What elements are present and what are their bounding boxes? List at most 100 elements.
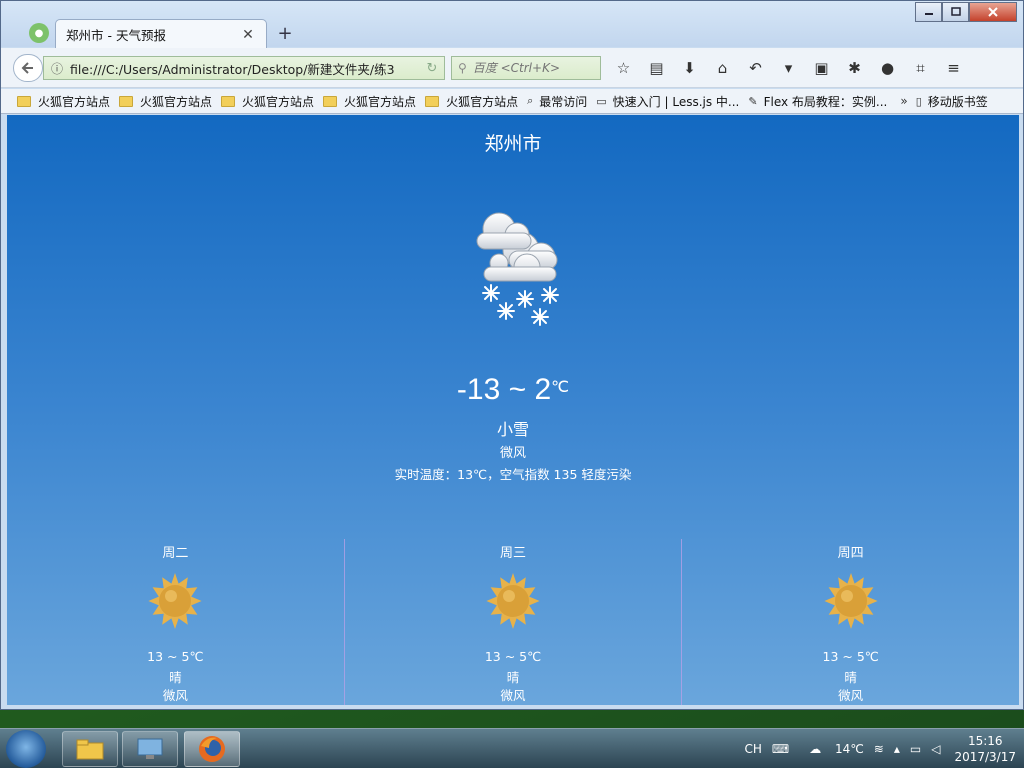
forecast-list: 周二 13 ~ 5℃ 晴 微风 周三 13 ~ 5℃ 晴 微风 周四 13 ~ … bbox=[7, 539, 1019, 705]
bookmark-item[interactable]: 火狐官方站点 bbox=[425, 93, 518, 110]
folder-icon bbox=[221, 95, 236, 107]
weather-gadget[interactable]: ☁ 14℃ bbox=[799, 742, 864, 756]
back-button[interactable] bbox=[13, 54, 43, 82]
bookmark-star-icon[interactable]: ☆ bbox=[607, 58, 640, 78]
tab-close-icon[interactable]: ✕ bbox=[240, 27, 256, 43]
site-info-icon[interactable]: ⓘ bbox=[44, 60, 70, 77]
undo-icon[interactable]: ↶ bbox=[739, 58, 772, 78]
forecast-wind: 微风 bbox=[500, 688, 526, 703]
dropdown-icon[interactable]: ▾ bbox=[772, 58, 805, 78]
screenshot-icon[interactable]: ▣ bbox=[805, 58, 838, 78]
realtime-detail: 实时温度：13℃，空气指数 135 轻度污染 bbox=[394, 467, 632, 482]
bookmark-label: 火狐官方站点 bbox=[344, 94, 417, 109]
bookmark-item[interactable]: 火狐官方站点 bbox=[221, 93, 314, 110]
forecast-condition: 晴 bbox=[844, 670, 857, 685]
chat-icon[interactable]: ● bbox=[871, 58, 904, 78]
window-controls bbox=[915, 2, 1017, 22]
folder-icon bbox=[119, 95, 134, 107]
bookmark-label: 火狐官方站点 bbox=[140, 94, 213, 109]
wifi-icon[interactable]: ≋ bbox=[874, 742, 884, 756]
menu-icon[interactable]: ≡ bbox=[937, 58, 970, 78]
search-bar[interactable]: ⚲ bbox=[451, 56, 601, 80]
bookmarks-bar: 火狐官方站点 火狐官方站点 火狐官方站点 火狐官方站点 火狐官方站点 ⌕ 最常访问… bbox=[1, 89, 1023, 114]
forecast-day: 周三 13 ~ 5℃ 晴 微风 bbox=[345, 539, 683, 705]
forecast-day: 周四 13 ~ 5℃ 晴 微风 bbox=[682, 539, 1019, 705]
clock-time: 15:16 bbox=[967, 734, 1003, 748]
bookmark-item[interactable]: 火狐官方站点 bbox=[323, 93, 416, 110]
sun-icon bbox=[148, 573, 202, 629]
start-button[interactable] bbox=[6, 730, 46, 768]
toolbar-icons: ☆ ▤ ⬇ ⌂ ↶ ▾ ▣ ✱ ● ⌗ ≡ bbox=[607, 58, 970, 78]
home-icon[interactable]: ⌂ bbox=[706, 58, 739, 78]
bookmark-item[interactable]: 火狐官方站点 bbox=[17, 93, 110, 110]
taskbar-firefox-button[interactable] bbox=[184, 731, 240, 767]
network-icon[interactable]: ▭ bbox=[910, 742, 921, 756]
forecast-day-name: 周四 bbox=[837, 546, 864, 561]
bookmark-item[interactable]: ⌕ 最常访问 bbox=[527, 93, 587, 110]
navigation-bar: ⓘ file:///C:/Users/Administrator/Desktop… bbox=[1, 48, 1023, 88]
temperature-value: -13 ~ 2 bbox=[456, 373, 552, 406]
system-tray: CH ⌨ ☁ 14℃ ≋ ▴ ▭ ◁ 15:16 2017/3/17 bbox=[734, 729, 1016, 768]
taskbar-explorer-button[interactable] bbox=[62, 731, 118, 767]
search-input[interactable] bbox=[472, 61, 583, 75]
mobile-icon: ▯ bbox=[915, 94, 922, 108]
mobile-bookmarks-label: 移动版书签 bbox=[927, 94, 988, 109]
browser-window: ● 郑州市 - 天气预报 ✕ + ⓘ file:///C:/Users/Admi… bbox=[0, 0, 1024, 710]
url-text[interactable]: file:///C:/Users/Administrator/Desktop/新… bbox=[70, 59, 420, 78]
keyboard-icon[interactable]: ⌨ bbox=[772, 742, 789, 756]
forecast-temp: 13 ~ 5℃ bbox=[147, 649, 204, 664]
bookmark-label: Flex 布局教程：实例... bbox=[763, 94, 888, 109]
forecast-day-name: 周二 bbox=[162, 546, 189, 561]
forecast-condition: 晴 bbox=[506, 670, 520, 685]
folder-icon bbox=[425, 95, 440, 107]
sun-icon bbox=[824, 573, 878, 629]
forecast-wind: 微风 bbox=[838, 688, 864, 703]
show-hidden-icons[interactable]: ▴ bbox=[894, 742, 900, 756]
folder-icon bbox=[17, 95, 31, 107]
taskbar: CH ⌨ ☁ 14℃ ≋ ▴ ▭ ◁ 15:16 2017/3/17 bbox=[0, 728, 1024, 768]
wechat-icon[interactable]: ● bbox=[29, 23, 49, 43]
search-icon: ⚲ bbox=[458, 61, 467, 75]
bookmark-label: 火狐官方站点 bbox=[242, 94, 315, 109]
search-page-icon: ⌕ bbox=[527, 94, 534, 107]
weather-condition: 小雪 bbox=[496, 420, 529, 439]
bookmark-item[interactable]: ▭ 快速入门 | Less.js 中... bbox=[596, 93, 739, 110]
maximize-icon bbox=[950, 7, 961, 16]
forecast-day-name: 周三 bbox=[500, 546, 527, 561]
folder-icon bbox=[323, 95, 338, 107]
tab-title: 郑州市 - 天气预报 bbox=[66, 28, 166, 43]
snow-cloud-icon bbox=[476, 212, 559, 326]
minimize-button[interactable] bbox=[915, 2, 942, 22]
wind-level: 微风 bbox=[499, 446, 526, 461]
input-language[interactable]: CH bbox=[744, 742, 761, 756]
bookmark-label: 火狐官方站点 bbox=[38, 94, 111, 109]
cloud-icon: ☁ bbox=[809, 742, 822, 756]
url-bar[interactable]: ⓘ file:///C:/Users/Administrator/Desktop… bbox=[43, 56, 445, 80]
close-window-button[interactable] bbox=[969, 2, 1017, 22]
maximize-button[interactable] bbox=[942, 2, 969, 22]
bookmark-item[interactable]: 火狐官方站点 bbox=[119, 93, 212, 110]
new-tab-button[interactable]: + bbox=[275, 23, 295, 44]
temperature-unit: ℃ bbox=[551, 379, 570, 396]
addon-icon[interactable]: ✱ bbox=[838, 58, 871, 78]
forecast-wind: 微风 bbox=[162, 688, 188, 703]
clock[interactable]: 15:16 2017/3/17 bbox=[954, 733, 1016, 765]
download-icon[interactable]: ⬇ bbox=[673, 58, 706, 78]
sun-icon bbox=[486, 573, 540, 629]
taskbar-control-panel-button[interactable] bbox=[122, 731, 178, 767]
mobile-bookmarks[interactable]: ▯ 移动版书签 bbox=[916, 93, 988, 110]
minimize-icon bbox=[924, 13, 933, 15]
forecast-day: 周二 13 ~ 5℃ 晴 微风 bbox=[7, 539, 345, 705]
crop-icon[interactable]: ⌗ bbox=[904, 58, 937, 78]
back-arrow-icon bbox=[21, 62, 33, 74]
bookmarks-overflow-button[interactable]: » bbox=[900, 94, 907, 108]
reading-list-icon[interactable]: ▤ bbox=[640, 58, 673, 78]
browser-tab[interactable]: 郑州市 - 天气预报 ✕ bbox=[55, 19, 267, 49]
close-icon bbox=[988, 7, 998, 17]
less-icon: ▭ bbox=[596, 94, 607, 108]
volume-muted-icon[interactable]: ◁ bbox=[931, 742, 940, 756]
reload-icon[interactable]: ↻ bbox=[420, 61, 444, 76]
bookmark-label: 最常访问 bbox=[539, 94, 588, 109]
bookmark-item[interactable]: ✎ Flex 布局教程：实例... bbox=[748, 93, 887, 110]
forecast-condition: 晴 bbox=[169, 670, 182, 685]
